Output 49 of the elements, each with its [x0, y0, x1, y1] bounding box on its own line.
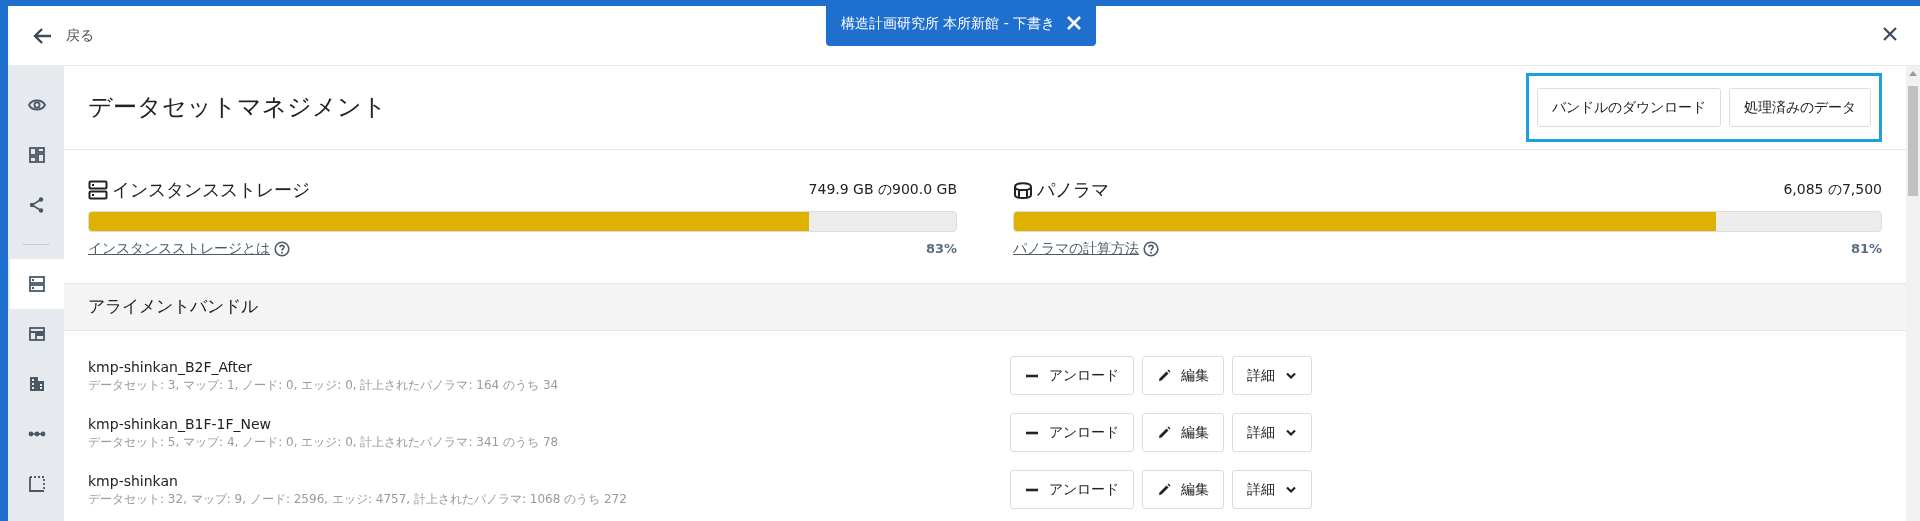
- layout-icon: [28, 325, 46, 343]
- edit-button[interactable]: 編集: [1142, 413, 1224, 452]
- bundle-name: kmp-shinkan_B2F_After: [88, 357, 254, 376]
- building-icon: [28, 375, 46, 393]
- scroll-up-icon[interactable]: [1909, 70, 1917, 76]
- unload-button[interactable]: アンロード: [1010, 470, 1134, 509]
- scrollbar-thumb[interactable]: [1908, 86, 1918, 196]
- back-arrow-icon: [32, 26, 52, 45]
- edit-button[interactable]: 編集: [1142, 470, 1224, 509]
- help-icon: [274, 240, 290, 257]
- bundle-name: kmp-shinkan: [88, 471, 179, 490]
- help-link[interactable]: インスタンスストレージとは: [88, 238, 270, 259]
- quota-title: インスタンスストレージ: [112, 178, 310, 202]
- pencil-icon: [1157, 425, 1171, 440]
- section-header: アライメントバンドル: [64, 283, 1906, 331]
- bundle-details: データセット: 5, マップ: 4, ノード: 0, エッジ: 0, 計上されたパノラマ: 341 のうち 78: [88, 433, 560, 451]
- details-button[interactable]: 詳細: [1232, 470, 1312, 509]
- unload-button[interactable]: アンロード: [1010, 413, 1134, 452]
- details-button[interactable]: 詳細: [1232, 413, 1312, 452]
- percent-text: 83%: [925, 239, 957, 258]
- help-icon: [1143, 240, 1159, 257]
- back-link[interactable]: 戻る: [32, 25, 94, 46]
- close-icon[interactable]: [1882, 26, 1898, 42]
- panorama-icon: [1013, 179, 1033, 200]
- dashboard-icon: [28, 146, 46, 164]
- download-button[interactable]: バンドルのダウンロード: [1537, 88, 1721, 127]
- server-icon: [28, 275, 46, 293]
- details-button[interactable]: 詳細: [1232, 356, 1312, 395]
- bundle-details: データセット: 3, マップ: 1, ノード: 0, エッジ: 0, 計上されたパノラマ: 164 のうち 34: [88, 376, 560, 394]
- share-icon: [28, 196, 46, 214]
- chevron-down-icon: [1285, 428, 1297, 437]
- bundle-name: kmp-shinkan_B1F-1F_New: [88, 414, 273, 433]
- sidebar-item[interactable]: [10, 259, 64, 309]
- percent-text: 81%: [1850, 239, 1882, 258]
- unload-button[interactable]: アンロード: [1010, 356, 1134, 395]
- server-icon: [88, 179, 108, 200]
- usage-text: 749.9 GB の900.0 GB: [808, 180, 957, 199]
- pencil-icon: [1157, 368, 1171, 383]
- bundle-details: データセット: 32, マップ: 9, ノード: 2596, エッジ: 4757, 計上されたパノラマ: 1068 のうち 272: [88, 490, 628, 508]
- page-title: データセットマネジメント: [88, 93, 387, 122]
- chevron-down-icon: [1285, 371, 1297, 380]
- edit-button[interactable]: 編集: [1142, 356, 1224, 395]
- help-link[interactable]: パノラマの計算方法: [1013, 238, 1139, 259]
- quota-title: パノラマ: [1037, 178, 1109, 202]
- chevron-down-icon: [1285, 485, 1297, 494]
- data-button[interactable]: 処理済みのデータ: [1729, 88, 1871, 127]
- pencil-icon: [1157, 482, 1171, 497]
- dotted-square-icon: [28, 475, 46, 493]
- usage-text: 6,085 の7,500: [1783, 180, 1882, 199]
